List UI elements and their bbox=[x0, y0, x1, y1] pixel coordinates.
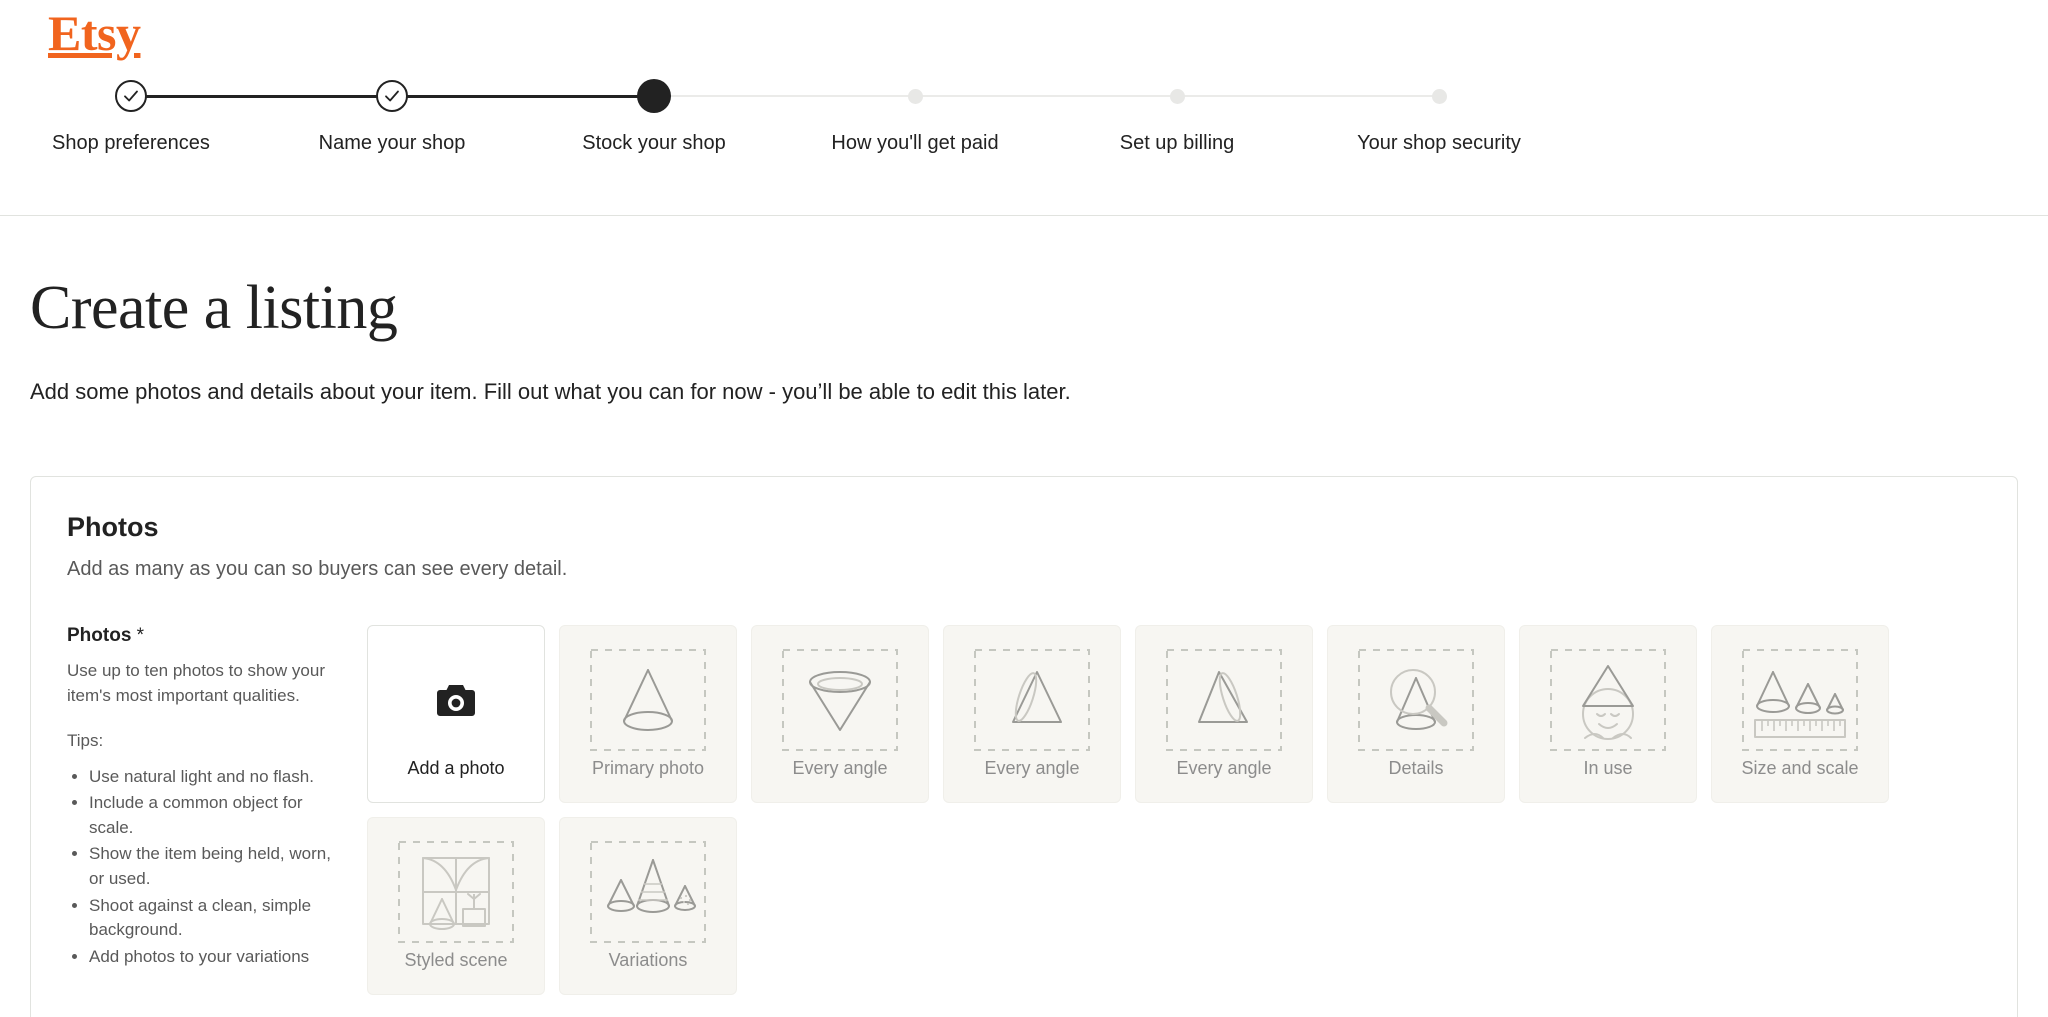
stepper-connector bbox=[1177, 95, 1439, 97]
tip-item: Use natural light and no flash. bbox=[89, 765, 345, 790]
photo-placeholder-label: Details bbox=[1388, 757, 1444, 778]
tip-item: Show the item being held, worn, or used. bbox=[89, 842, 345, 891]
photos-card-subtitle: Add as many as you can so buyers can see… bbox=[67, 558, 568, 581]
photos-field-help: Use up to ten photos to show your item's… bbox=[67, 661, 325, 705]
cone-hat-face-icon bbox=[1545, 648, 1671, 751]
camera-icon-svg bbox=[437, 684, 475, 716]
active-step-dot bbox=[637, 79, 671, 113]
window-cone-icon bbox=[393, 840, 519, 943]
stepper-step-4[interactable]: How you'll get paid bbox=[775, 72, 1055, 156]
future-step-dot bbox=[907, 88, 923, 104]
photos-field-label: Photos * bbox=[67, 625, 345, 647]
photo-placeholder-label: Every angle bbox=[792, 757, 888, 778]
page-title: Create a listing bbox=[30, 274, 398, 342]
stepper-connector bbox=[654, 95, 915, 97]
photos-info-column: Photos * Use up to ten photos to show yo… bbox=[67, 625, 367, 971]
etsy-logo[interactable]: Etsy bbox=[48, 8, 141, 58]
photo-placeholder-tile[interactable]: Every angle bbox=[1135, 625, 1313, 804]
photo-placeholder-tile[interactable]: Every angle bbox=[943, 625, 1121, 804]
tips-list: Use natural light and no flash.Include a… bbox=[67, 765, 345, 970]
required-marker: * bbox=[136, 625, 145, 647]
cones-ruler-icon bbox=[1737, 648, 1863, 751]
stepper-step-label: Name your shop bbox=[318, 132, 466, 154]
photo-placeholder-label: Every angle bbox=[1176, 757, 1272, 778]
stepper-step-2[interactable]: Name your shop bbox=[252, 72, 532, 156]
check-icon bbox=[376, 80, 408, 112]
photo-placeholder-label: Styled scene bbox=[404, 949, 508, 970]
photo-placeholder-label: Variations bbox=[608, 949, 688, 970]
stepper-step-label: Shop preferences bbox=[52, 132, 210, 154]
stepper-connector bbox=[131, 94, 392, 98]
stepper-step-label: Your shop security bbox=[1357, 132, 1521, 154]
tip-item: Shoot against a clean, simple background… bbox=[89, 894, 345, 943]
stepper-step-label: How you'll get paid bbox=[831, 132, 999, 154]
photos-card: Photos Add as many as you can so buyers … bbox=[30, 475, 2018, 1017]
stepper-step-label: Stock your shop bbox=[582, 132, 726, 154]
cone-side-right-icon bbox=[1161, 648, 1287, 751]
photo-placeholder-label: Size and scale bbox=[1741, 757, 1859, 778]
site-header: Etsy Shop preferences Name your shop Stock… bbox=[0, 0, 2048, 216]
stepper-step-label: Set up billing bbox=[1119, 132, 1235, 154]
tip-item: Add photos to your variations bbox=[89, 945, 345, 970]
photos-card-title: Photos bbox=[67, 511, 159, 542]
stepper-step-6[interactable]: Your shop security bbox=[1299, 72, 1579, 156]
main-content: Create a listing Add some photos and det… bbox=[0, 216, 2048, 1017]
photo-tiles-grid: Add a photo Primary photo Every angle Every… bbox=[367, 625, 1981, 996]
photo-placeholder-tile[interactable]: Every angle bbox=[751, 625, 929, 804]
photo-placeholder-tile[interactable]: Styled scene bbox=[367, 817, 545, 996]
photo-placeholder-label: Primary photo bbox=[591, 757, 705, 778]
tips-heading: Tips: bbox=[67, 730, 104, 750]
future-step-dot bbox=[1169, 88, 1185, 104]
stepper-step-5[interactable]: Set up billing bbox=[1037, 72, 1317, 156]
photo-placeholder-tile[interactable]: Size and scale bbox=[1711, 625, 1889, 804]
photo-placeholder-tile[interactable]: In use bbox=[1519, 625, 1697, 804]
stepper-step-3[interactable]: Stock your shop bbox=[514, 72, 794, 156]
photo-placeholder-tile[interactable]: Primary photo bbox=[559, 625, 737, 804]
cone-side-left-icon bbox=[969, 648, 1095, 751]
cone-front-icon bbox=[585, 648, 711, 751]
page-subtitle: Add some photos and details about your i… bbox=[30, 379, 1071, 405]
photo-placeholder-label: Every angle bbox=[984, 757, 1080, 778]
photos-field-label-text: Photos bbox=[67, 625, 132, 647]
add-photo-label: Add a photo bbox=[407, 757, 505, 778]
camera-icon bbox=[436, 650, 476, 750]
photo-placeholder-tile[interactable]: Details bbox=[1327, 625, 1505, 804]
stepper-step-1[interactable]: Shop preferences bbox=[0, 72, 271, 156]
stepper-connector bbox=[915, 95, 1177, 97]
future-step-dot bbox=[1431, 88, 1447, 104]
photo-placeholder-tile[interactable]: Variations bbox=[559, 817, 737, 996]
stepper-connector bbox=[392, 94, 654, 98]
check-icon bbox=[115, 80, 147, 112]
three-cones-icon bbox=[585, 840, 711, 943]
onboarding-stepper: Shop preferences Name your shop Stock your… bbox=[0, 72, 2048, 162]
add-photo-tile[interactable]: Add a photo bbox=[367, 625, 545, 804]
tip-item: Include a common object for scale. bbox=[89, 791, 345, 840]
magnifier-cone-icon bbox=[1353, 648, 1479, 751]
photo-placeholder-label: In use bbox=[1583, 757, 1633, 778]
cone-inverted-icon bbox=[777, 648, 903, 751]
